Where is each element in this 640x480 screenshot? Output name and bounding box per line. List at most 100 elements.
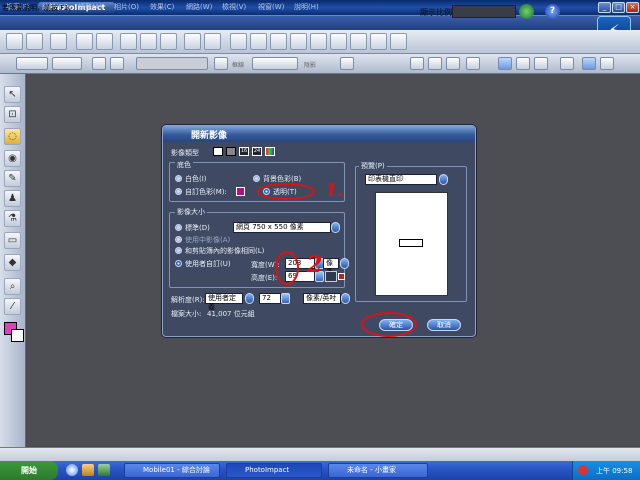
start-button[interactable]: 開始 — [0, 461, 58, 480]
frame-toggle[interactable] — [214, 57, 228, 70]
frame-select[interactable] — [252, 57, 298, 70]
help-icon[interactable]: ? — [545, 4, 560, 19]
image-type-bw-button[interactable] — [213, 147, 223, 156]
option-button[interactable] — [92, 57, 106, 70]
open-icon[interactable] — [26, 33, 43, 50]
shape-select[interactable] — [52, 57, 82, 70]
resolution-field[interactable]: 72 — [259, 293, 281, 304]
transform-icon[interactable] — [410, 57, 424, 70]
copy-icon[interactable] — [140, 33, 157, 50]
menu-window[interactable]: 視窗(W) — [258, 2, 284, 12]
size-clipboard-radio[interactable] — [175, 247, 182, 254]
unit-dropdown-icon[interactable] — [340, 258, 349, 269]
image-type-16-button[interactable]: 16 — [239, 147, 249, 156]
palette-icon[interactable] — [534, 57, 548, 70]
resolution-mode-select[interactable]: 使用者定義 — [205, 293, 243, 311]
size-active-radio[interactable] — [175, 236, 182, 243]
background-color-swatch[interactable] — [11, 329, 24, 342]
size-standard-dropdown-icon[interactable] — [331, 222, 340, 233]
task-paint[interactable]: 未命名 - 小畫家 — [328, 463, 428, 478]
lock-ratio-icon[interactable] — [325, 271, 337, 282]
camera-icon[interactable] — [230, 33, 247, 50]
shadow-toggle[interactable] — [340, 57, 354, 70]
preset-select[interactable] — [136, 57, 208, 70]
resize-icon[interactable] — [270, 33, 287, 50]
print-icon[interactable] — [76, 33, 93, 50]
fill-tool-icon[interactable]: ◆ — [4, 254, 21, 271]
tray-k-icon[interactable] — [578, 465, 588, 475]
resolution-mode-dropdown-icon[interactable] — [245, 293, 254, 304]
group-icon[interactable] — [446, 57, 460, 70]
size-standard-radio[interactable] — [175, 224, 182, 231]
image-type-gray-button[interactable] — [226, 147, 236, 156]
new-icon[interactable] — [6, 33, 23, 50]
retouch-tool-icon[interactable]: ⚗ — [4, 210, 21, 227]
save-icon[interactable] — [50, 33, 67, 50]
option-button-2[interactable] — [110, 57, 124, 70]
preview-mode-select[interactable]: 印表機直印 — [365, 174, 437, 185]
redo-icon[interactable] — [204, 33, 221, 50]
bg-white-radio[interactable] — [175, 175, 182, 182]
settings-icon[interactable] — [390, 33, 407, 50]
select-all-icon[interactable] — [466, 57, 480, 70]
align-icon[interactable] — [428, 57, 442, 70]
close-button[interactable]: × — [626, 2, 639, 13]
maximize-button[interactable]: □ — [612, 2, 625, 13]
undo-icon[interactable] — [184, 33, 201, 50]
ie-icon[interactable] — [66, 464, 78, 476]
size-custom-radio[interactable] — [175, 260, 182, 267]
minimize-button[interactable]: _ — [598, 2, 611, 13]
menu-view[interactable]: 檢視(V) — [222, 2, 246, 12]
globe-icon[interactable] — [519, 4, 534, 19]
bg-custom-radio[interactable] — [175, 188, 182, 195]
eyedropper-tool-icon[interactable]: ⁄ — [4, 298, 21, 315]
layers-icon[interactable] — [516, 57, 530, 70]
task-photoimpact[interactable]: PhotoImpact — [226, 463, 322, 478]
menu-help[interactable]: 說明(H) — [294, 2, 319, 12]
web-icon[interactable] — [370, 33, 387, 50]
cancel-button[interactable]: 取消 — [427, 319, 461, 331]
zoom-label: 顯示比例 — [420, 8, 452, 17]
preview-mode-dropdown-icon[interactable] — [439, 174, 448, 185]
pick-tool-icon[interactable]: ↖ — [4, 86, 21, 103]
menu-effect[interactable]: 效果(C) — [150, 2, 174, 12]
menu-web[interactable]: 網路(W) — [186, 2, 212, 12]
enhance-icon[interactable] — [330, 33, 347, 50]
crop-icon[interactable] — [250, 33, 267, 50]
zoom-tool-icon[interactable]: ⌕ — [4, 278, 21, 295]
selection-tool-icon[interactable]: ◌ — [4, 128, 21, 145]
cut-icon[interactable] — [120, 33, 137, 50]
play-icon[interactable] — [582, 57, 596, 70]
color-icon[interactable] — [310, 33, 327, 50]
custom-color-swatch[interactable] — [236, 187, 245, 196]
task-browser[interactable]: Mobile01 - 綜合討論 — [124, 463, 220, 478]
browser-icon[interactable] — [600, 57, 614, 70]
resolution-unit-dropdown-icon[interactable] — [341, 293, 350, 304]
size-standard-select[interactable]: 網頁 750 x 550 像素 — [233, 222, 331, 233]
rotate-icon[interactable] — [290, 33, 307, 50]
folder-icon[interactable] — [82, 464, 94, 476]
eye-tool-icon[interactable]: ◉ — [4, 150, 21, 167]
paint-tool-icon[interactable]: ✎ — [4, 170, 21, 187]
stamp-tool-icon[interactable]: ♟ — [4, 190, 21, 207]
resolution-unit-select[interactable]: 像素/英吋 — [303, 293, 341, 304]
media-icon[interactable] — [98, 464, 110, 476]
frame-label: 框線 — [232, 62, 245, 69]
bg-bgcolor-radio[interactable] — [253, 175, 260, 182]
constrain-icon[interactable] — [338, 273, 345, 280]
image-type-24-button[interactable]: 24 — [252, 147, 262, 156]
paste-icon[interactable] — [160, 33, 177, 50]
unit-select[interactable]: 像素 — [323, 258, 339, 276]
easy-palette-icon[interactable] — [560, 57, 574, 70]
scan-icon[interactable] — [96, 33, 113, 50]
zoom-select[interactable] — [452, 5, 516, 18]
mail-icon[interactable] — [350, 33, 367, 50]
image-type-true-color-button[interactable] — [265, 147, 275, 156]
mode-select[interactable] — [16, 57, 48, 70]
panel-toggle-icon[interactable] — [498, 57, 512, 70]
menu-adjust[interactable]: 調整(A) — [78, 2, 102, 12]
resolution-spinner[interactable] — [281, 293, 290, 304]
eraser-tool-icon[interactable]: ▭ — [4, 232, 21, 249]
menu-photo[interactable]: 相片(O) — [114, 2, 139, 12]
transform-tool-icon[interactable]: ⊡ — [4, 106, 21, 123]
